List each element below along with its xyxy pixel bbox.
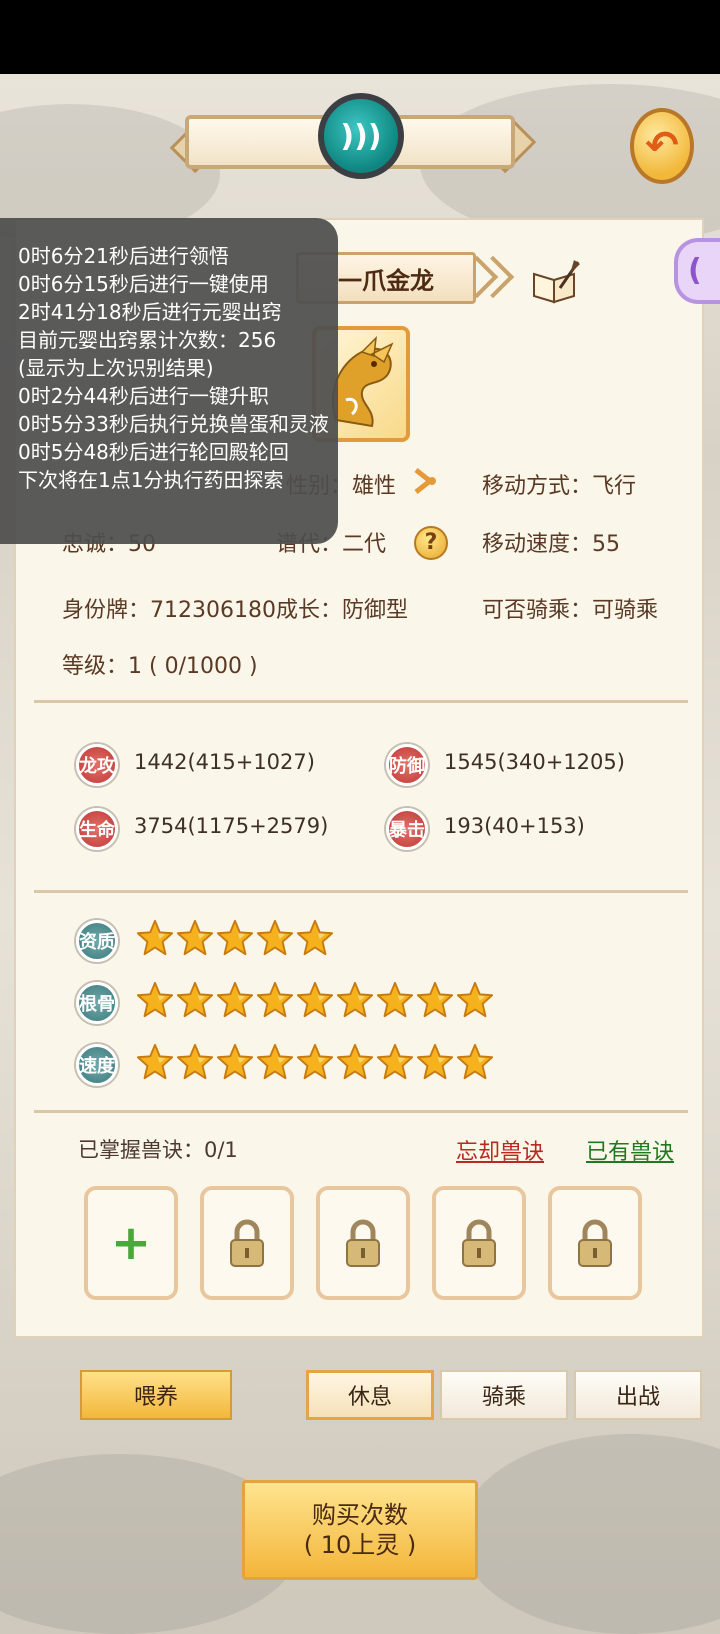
star-icon: [256, 1042, 294, 1082]
star-icon: [456, 1042, 494, 1082]
log-line: 0时5分48秒后进行轮回殿轮回: [18, 440, 289, 464]
ride-button[interactable]: 骑乘: [440, 1370, 568, 1420]
stat-badge-defense: 防御: [386, 744, 428, 786]
move-speed-value: 55: [592, 532, 621, 557]
book-quill-icon[interactable]: [530, 258, 582, 306]
id-value: 712306180: [150, 598, 276, 623]
buy-count-label: 购买次数: [312, 1501, 408, 1529]
star-icon: [296, 980, 334, 1020]
divider: [34, 890, 688, 893]
skill-slot-locked[interactable]: [200, 1186, 294, 1300]
padlock-icon: [230, 1219, 264, 1267]
divider: [34, 700, 688, 703]
move-type-value: 飞行: [592, 474, 637, 499]
log-line: 0时6分21秒后进行领悟: [18, 244, 229, 268]
side-tab-button[interactable]: (: [674, 238, 720, 304]
stat-value-attack: 1442(415+1027): [134, 750, 315, 774]
skills-mastered-label: 已掌握兽诀：0/1: [78, 1138, 238, 1162]
growth-label: 成长：: [276, 598, 343, 623]
script-log-overlay: 0时6分21秒后进行领悟 0时6分15秒后进行一键使用 2时41分18秒后进行元…: [0, 218, 338, 544]
star-icon: [296, 1042, 334, 1082]
generation-value: 二代: [342, 532, 387, 557]
move-type-label: 移动方式：: [482, 474, 593, 499]
rideable-value: 可骑乘: [592, 598, 659, 623]
rating-badge-speed: 速度: [76, 1044, 118, 1086]
log-line: 2时41分18秒后进行元婴出窍: [18, 300, 282, 324]
star-icon: [456, 980, 494, 1020]
back-button[interactable]: ↶: [630, 108, 694, 184]
star-icon: [376, 980, 414, 1020]
id-label: 身份牌：: [62, 598, 151, 623]
star-icon: [416, 1042, 454, 1082]
star-icon: [176, 918, 214, 958]
padlock-icon: [346, 1219, 380, 1267]
star-icon: [416, 980, 454, 1020]
battle-button[interactable]: 出战: [574, 1370, 702, 1420]
star-icon: [376, 1042, 414, 1082]
forget-skill-link[interactable]: 忘却兽诀: [456, 1134, 544, 1166]
skill-slot-locked[interactable]: [432, 1186, 526, 1300]
sound-wave-icon: ))): [340, 118, 382, 154]
growth-value: 防御型: [342, 598, 409, 623]
bone-stars: [136, 980, 494, 1026]
log-line: 目前元婴出窍累计次数：256: [18, 328, 277, 352]
log-line: 0时2分44秒后进行一键升职: [18, 384, 269, 408]
padlock-icon: [578, 1219, 612, 1267]
star-icon: [256, 980, 294, 1020]
sound-wave-button[interactable]: ))): [318, 93, 404, 179]
stat-badge-life: 生命: [76, 808, 118, 850]
star-icon: [296, 918, 334, 958]
log-line: (显示为上次识别结果): [18, 356, 214, 380]
star-icon: [256, 918, 294, 958]
star-icon: [136, 918, 174, 958]
skill-slot-add[interactable]: +: [84, 1186, 178, 1300]
status-bar: [0, 0, 720, 74]
star-icon: [336, 1042, 374, 1082]
star-icon: [336, 980, 374, 1020]
feed-button[interactable]: 喂养: [80, 1370, 232, 1420]
star-icon: [136, 980, 174, 1020]
star-icon: [176, 1042, 214, 1082]
skill-slot-locked[interactable]: [548, 1186, 642, 1300]
log-line: 0时5分33秒后执行兑换兽蛋和灵液: [18, 412, 329, 436]
owned-skills-link[interactable]: 已有兽诀: [586, 1134, 674, 1166]
level-value: 1 ( 0/1000 ): [128, 654, 258, 679]
aptitude-stars: [136, 918, 334, 964]
star-icon: [136, 1042, 174, 1082]
star-icon: [216, 980, 254, 1020]
log-line: 0时6分15秒后进行一键使用: [18, 272, 269, 296]
gender-value: 雄性: [352, 474, 397, 499]
help-question-icon[interactable]: ?: [414, 526, 448, 560]
rating-badge-aptitude: 资质: [76, 920, 118, 962]
level-label: 等级：: [62, 654, 129, 679]
divider: [34, 1110, 688, 1113]
log-line: 下次将在1点1分执行药田探索: [18, 468, 284, 492]
rest-button[interactable]: 休息: [306, 1370, 434, 1420]
stat-badge-attack: 龙攻: [76, 744, 118, 786]
buy-count-cost: ( 10上灵 ): [303, 1531, 417, 1559]
star-icon: [216, 918, 254, 958]
star-icon: [216, 1042, 254, 1082]
back-arrow-icon: ↶: [645, 123, 679, 169]
stat-value-life: 3754(1175+2579): [134, 814, 329, 838]
rating-badge-bone: 根骨: [76, 982, 118, 1024]
stat-value-defense: 1545(340+1205): [444, 750, 625, 774]
stat-badge-crit: 暴击: [386, 808, 428, 850]
padlock-icon: [462, 1219, 496, 1267]
stat-value-crit: 193(40+153): [444, 814, 585, 838]
male-gender-icon: [414, 468, 436, 494]
plus-icon: +: [110, 1215, 152, 1271]
pet-name: 一爪金龙: [338, 266, 434, 295]
speed-stars: [136, 1042, 494, 1088]
rideable-label: 可否骑乘：: [482, 598, 593, 623]
star-icon: [176, 980, 214, 1020]
move-speed-label: 移动速度：: [482, 532, 593, 557]
skill-slot-locked[interactable]: [316, 1186, 410, 1300]
buy-count-button[interactable]: 购买次数 ( 10上灵 ): [242, 1480, 478, 1580]
